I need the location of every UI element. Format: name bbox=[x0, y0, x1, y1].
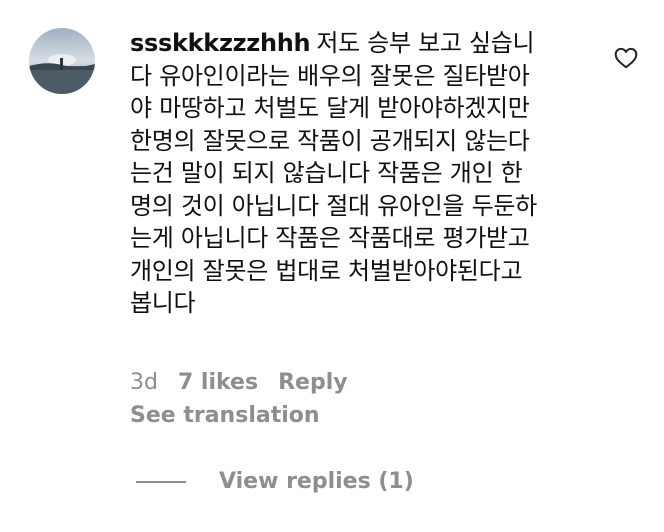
comment-line-4: 한명의 잘못으로 작품이 공개되지 않는다 bbox=[130, 126, 530, 155]
see-translation-button[interactable]: See translation bbox=[130, 401, 320, 431]
avatar[interactable] bbox=[29, 28, 95, 94]
comment-text: 저도 승부 보고 싶습니 bbox=[316, 29, 535, 57]
comment-line-5: 는건 말이 되지 않습니다 작품은 개인 한 bbox=[130, 159, 523, 187]
heart-outline-icon[interactable] bbox=[613, 45, 639, 71]
timestamp: 3d bbox=[130, 370, 158, 395]
comment-line-6: 명의 것이 아닙니다 절대 유아인을 두둔하 bbox=[130, 191, 537, 220]
comment-line-8: 개인의 잘못은 법대로 처벌받아야된다고 bbox=[130, 256, 523, 285]
comment-line-2: 다 유아인이라는 배우의 잘못은 질타받아 bbox=[130, 61, 530, 90]
likes-count[interactable]: 7 likes bbox=[178, 368, 258, 398]
reply-button[interactable]: Reply bbox=[278, 368, 348, 398]
comment-line-9: 봅니다 bbox=[130, 289, 196, 317]
comment-body: ssskkkzzzhhh 저도 승부 보고 싶습니 다 유아인이라는 배우의 잘못… bbox=[130, 27, 610, 320]
comment-meta: 3d 7 likes Reply bbox=[130, 368, 348, 398]
view-replies-button[interactable]: View replies (1) bbox=[136, 469, 414, 494]
view-replies-label: View replies (1) bbox=[219, 469, 414, 494]
username[interactable]: ssskkkzzzhhh bbox=[130, 29, 311, 57]
replies-divider bbox=[136, 480, 186, 483]
comment-line-1: ssskkkzzzhhh 저도 승부 보고 싶습니 bbox=[130, 27, 610, 60]
comment-line-3: 야 마땅하고 처벌도 달게 받아야하겠지만 bbox=[130, 94, 530, 122]
comment-line-7: 는게 아닙니다 작품은 작품대로 평가받고 bbox=[130, 224, 530, 252]
